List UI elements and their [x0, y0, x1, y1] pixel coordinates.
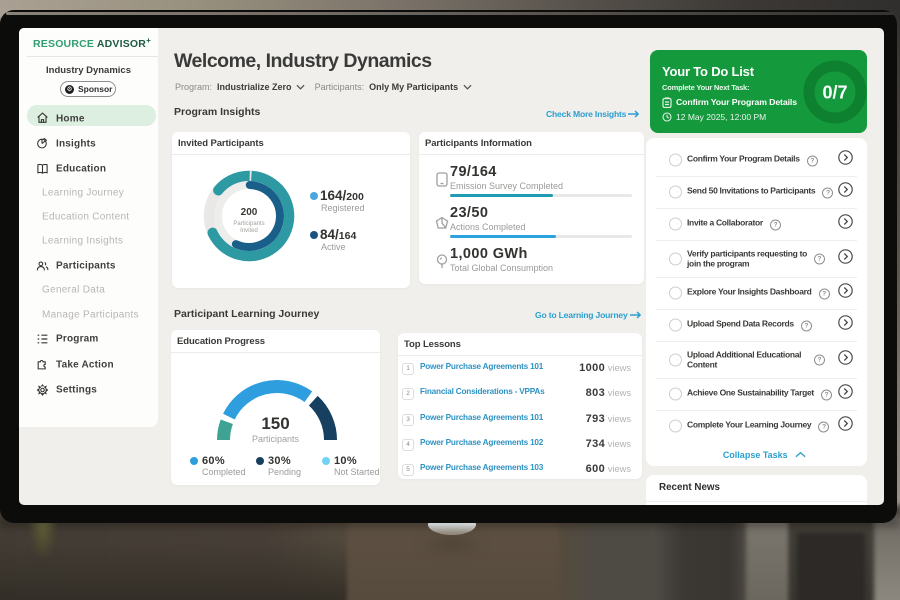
svg-text:200: 200: [241, 207, 258, 218]
svg-text:Invited: Invited: [240, 228, 258, 234]
svg-text:Participants: Participants: [233, 221, 264, 227]
svg-text:0/7: 0/7: [822, 83, 847, 103]
